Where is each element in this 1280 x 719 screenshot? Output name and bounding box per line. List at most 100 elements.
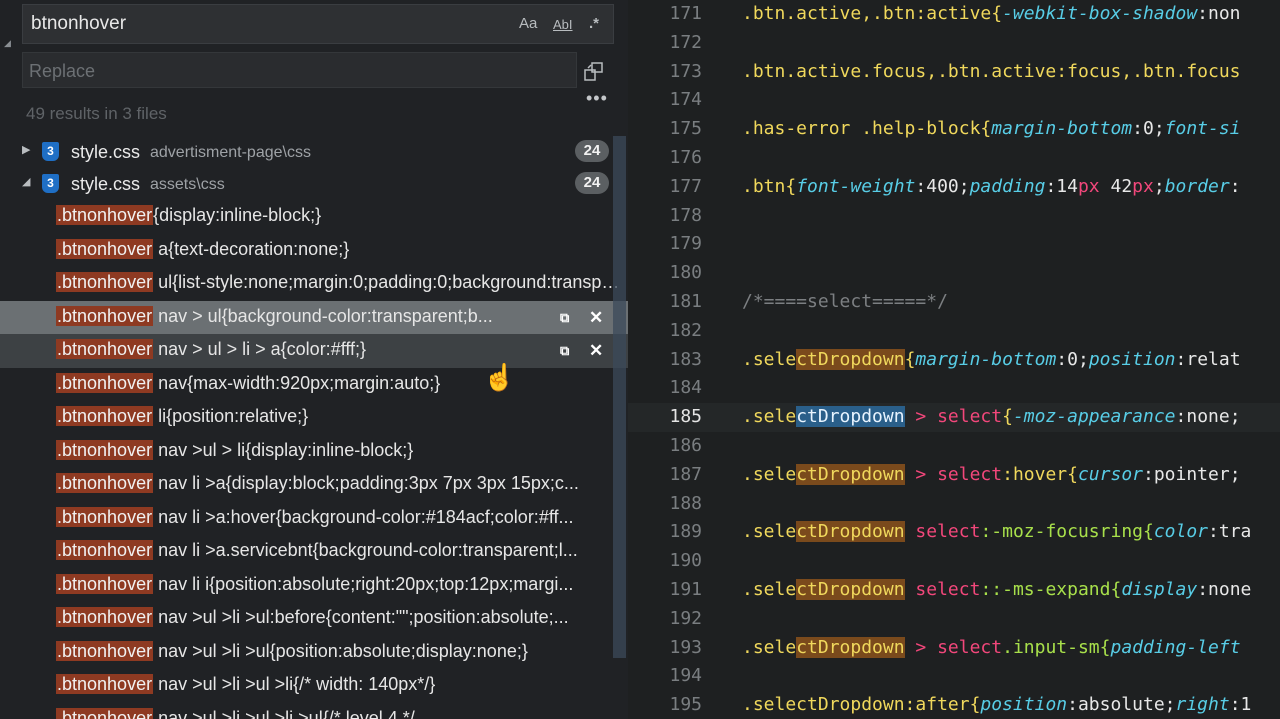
- toggle-replace-icon[interactable]: ◢: [4, 38, 11, 49]
- code-line[interactable]: 171 .btn.active,.btn:active{-webkit-box-s…: [628, 0, 1280, 29]
- code-line[interactable]: 179: [628, 230, 1280, 259]
- replace-match-icon[interactable]: ⧉: [560, 310, 569, 326]
- match-text: .btnonhover nav > ul{background-color:tr…: [56, 305, 538, 327]
- match-context: nav >ul >li >ul{position:absolute;displa…: [153, 640, 528, 661]
- match-row[interactable]: .btnonhover nav >ul > li{display:inline-…: [0, 435, 628, 469]
- replace-match-icon[interactable]: ⧉: [560, 343, 569, 359]
- match-highlight: .btnonhover: [56, 406, 154, 426]
- code-line[interactable]: 178: [628, 202, 1280, 231]
- match-context: nav li >a.servicebnt{background-color:tr…: [153, 540, 578, 560]
- code-token: display: [1121, 579, 1198, 600]
- code-token: select: [937, 406, 1003, 428]
- code-text: .btn.active,.btn:active{-webkit-box-shad…: [742, 3, 1241, 24]
- match-row[interactable]: .btnonhover nav > ul{background-color:tr…: [0, 300, 628, 334]
- code-token: .sele: [742, 463, 797, 485]
- code-token: :none: [1197, 579, 1252, 600]
- line-number: 189: [669, 521, 702, 543]
- code-token: .sele: [742, 636, 797, 658]
- code-line[interactable]: 180: [628, 259, 1280, 288]
- code-line[interactable]: 184: [628, 374, 1280, 403]
- code-token: padding-left: [1110, 636, 1241, 658]
- code-line[interactable]: 185 .selectDropdown > select{-moz-appeara…: [628, 403, 1280, 432]
- code-line[interactable]: 189 .selectDropdown select:-moz-focusring…: [628, 518, 1280, 547]
- match-row[interactable]: .btnonhover nav li >a:hover{background-c…: [0, 502, 628, 536]
- code-line[interactable]: 183 .selectDropdown{margin-bottom:0;posit…: [628, 346, 1280, 375]
- code-line[interactable]: 175 .has-error .help-block{margin-bottom:…: [628, 115, 1280, 144]
- code-token: >: [904, 406, 938, 428]
- match-text: .btnonhover nav li i{position:absolute;r…: [56, 573, 624, 595]
- code-token: :-moz-focusring{: [980, 521, 1154, 543]
- line-number: 174: [669, 89, 702, 111]
- code-token: .btn.active.focus,.btn.active:focus,.btn…: [742, 60, 1241, 82]
- match-row[interactable]: .btnonhover nav >ul >li >ul{position:abs…: [0, 636, 628, 670]
- regex-icon[interactable]: .*: [589, 15, 599, 32]
- match-row[interactable]: .btnonhover nav >ul >li >ul >li >ul{/* l…: [0, 703, 628, 719]
- more-options-icon[interactable]: •••: [586, 88, 608, 109]
- line-number: 193: [669, 636, 702, 658]
- match-text: .btnonhover nav >ul >li >ul{position:abs…: [56, 640, 624, 662]
- code-line[interactable]: 192: [628, 605, 1280, 634]
- code-line[interactable]: 188: [628, 490, 1280, 519]
- line-number: 192: [669, 607, 702, 629]
- code-line[interactable]: 186: [628, 432, 1280, 461]
- code-line[interactable]: 191 .selectDropdown select::-ms-expand{di…: [628, 576, 1280, 605]
- code-token: select: [937, 463, 1003, 485]
- code-token: select: [915, 579, 981, 600]
- chevron-right-icon[interactable]: ▶: [22, 143, 30, 156]
- file-result-row[interactable]: ◢ 3 style.css assets\css 24: [0, 169, 612, 199]
- dismiss-match-icon[interactable]: ✕: [589, 308, 603, 328]
- match-context: nav > ul > li > a{color:#fff;}: [153, 339, 367, 359]
- match-highlight: .btnonhover: [56, 205, 154, 225]
- line-number: 194: [669, 665, 702, 687]
- code-token: ::-ms-expand{: [980, 579, 1122, 600]
- line-number: 187: [669, 463, 702, 485]
- code-line[interactable]: 181 /*====select=====*/: [628, 288, 1280, 317]
- match-row[interactable]: .btnonhover ul{list-style:none;margin:0;…: [0, 267, 628, 301]
- match-row[interactable]: .btnonhover li{position:relative;}: [0, 401, 628, 435]
- code-token: 42: [1099, 175, 1133, 197]
- match-context: nav >ul >li >ul >li{/* width: 140px*/}: [153, 674, 436, 694]
- code-line[interactable]: 193 .selectDropdown > select.input-sm{pad…: [628, 634, 1280, 663]
- code-line[interactable]: 176: [628, 144, 1280, 173]
- match-row[interactable]: .btnonhover nav{max-width:920px;margin:a…: [0, 368, 628, 402]
- match-row[interactable]: .btnonhover nav li >a{display:block;padd…: [0, 468, 628, 502]
- code-text: /*====select=====*/: [742, 291, 948, 312]
- code-line[interactable]: 195 .selectDropdown:after{position:absolu…: [628, 691, 1280, 719]
- replace-box: [22, 52, 577, 88]
- code-line[interactable]: 174: [628, 86, 1280, 115]
- results-scrollbar[interactable]: [613, 136, 626, 658]
- line-number: 195: [669, 694, 702, 716]
- match-row[interactable]: .btnonhover nav >ul >li >ul >li{/* width…: [0, 669, 628, 703]
- code-line[interactable]: 182: [628, 317, 1280, 346]
- code-line[interactable]: 194: [628, 662, 1280, 691]
- chevron-down-icon[interactable]: ◢: [22, 175, 30, 188]
- match-row[interactable]: .btnonhover{display:inline-block;}: [0, 200, 628, 234]
- match-row[interactable]: .btnonhover nav li >a.servicebnt{backgro…: [0, 535, 628, 569]
- code-line[interactable]: 187 .selectDropdown > select:hover{cursor…: [628, 461, 1280, 490]
- match-context: nav >ul >li >ul:before{content:"";positi…: [153, 607, 569, 627]
- code-token: {: [1002, 406, 1013, 428]
- match-case-icon[interactable]: Aa: [519, 15, 537, 32]
- dismiss-match-icon[interactable]: ✕: [589, 341, 603, 361]
- match-row[interactable]: .btnonhover nav li i{position:absolute;r…: [0, 569, 628, 603]
- match-whole-word-icon[interactable]: AbI: [553, 17, 573, 32]
- code-token: ctDropdown: [796, 521, 905, 543]
- replace-all-icon[interactable]: [584, 62, 604, 82]
- match-row[interactable]: .btnonhover nav > ul > li > a{color:#fff…: [0, 334, 628, 368]
- match-row[interactable]: .btnonhover nav >ul >li >ul:before{conte…: [0, 602, 628, 636]
- code-line[interactable]: 177 .btn{font-weight:400;padding:14px 42p…: [628, 173, 1280, 202]
- file-result-row[interactable]: ▶ 3 style.css advertisment-page\css 24: [0, 137, 612, 167]
- match-row[interactable]: .btnonhover a{text-decoration:none;}: [0, 234, 628, 268]
- search-input[interactable]: [31, 12, 491, 36]
- code-line[interactable]: 173 .btn.active.focus,.btn.active:focus,.…: [628, 58, 1280, 87]
- code-editor[interactable]: 171 .btn.active,.btn:active{-webkit-box-s…: [628, 0, 1280, 719]
- match-list: .btnonhover{display:inline-block;} .btnon…: [0, 200, 628, 719]
- code-line[interactable]: 190: [628, 547, 1280, 576]
- code-token: color: [1153, 521, 1209, 543]
- match-context: {display:inline-block;}: [153, 205, 322, 225]
- line-number: 173: [669, 60, 702, 82]
- replace-input[interactable]: [29, 60, 549, 82]
- code-line[interactable]: 172: [628, 29, 1280, 58]
